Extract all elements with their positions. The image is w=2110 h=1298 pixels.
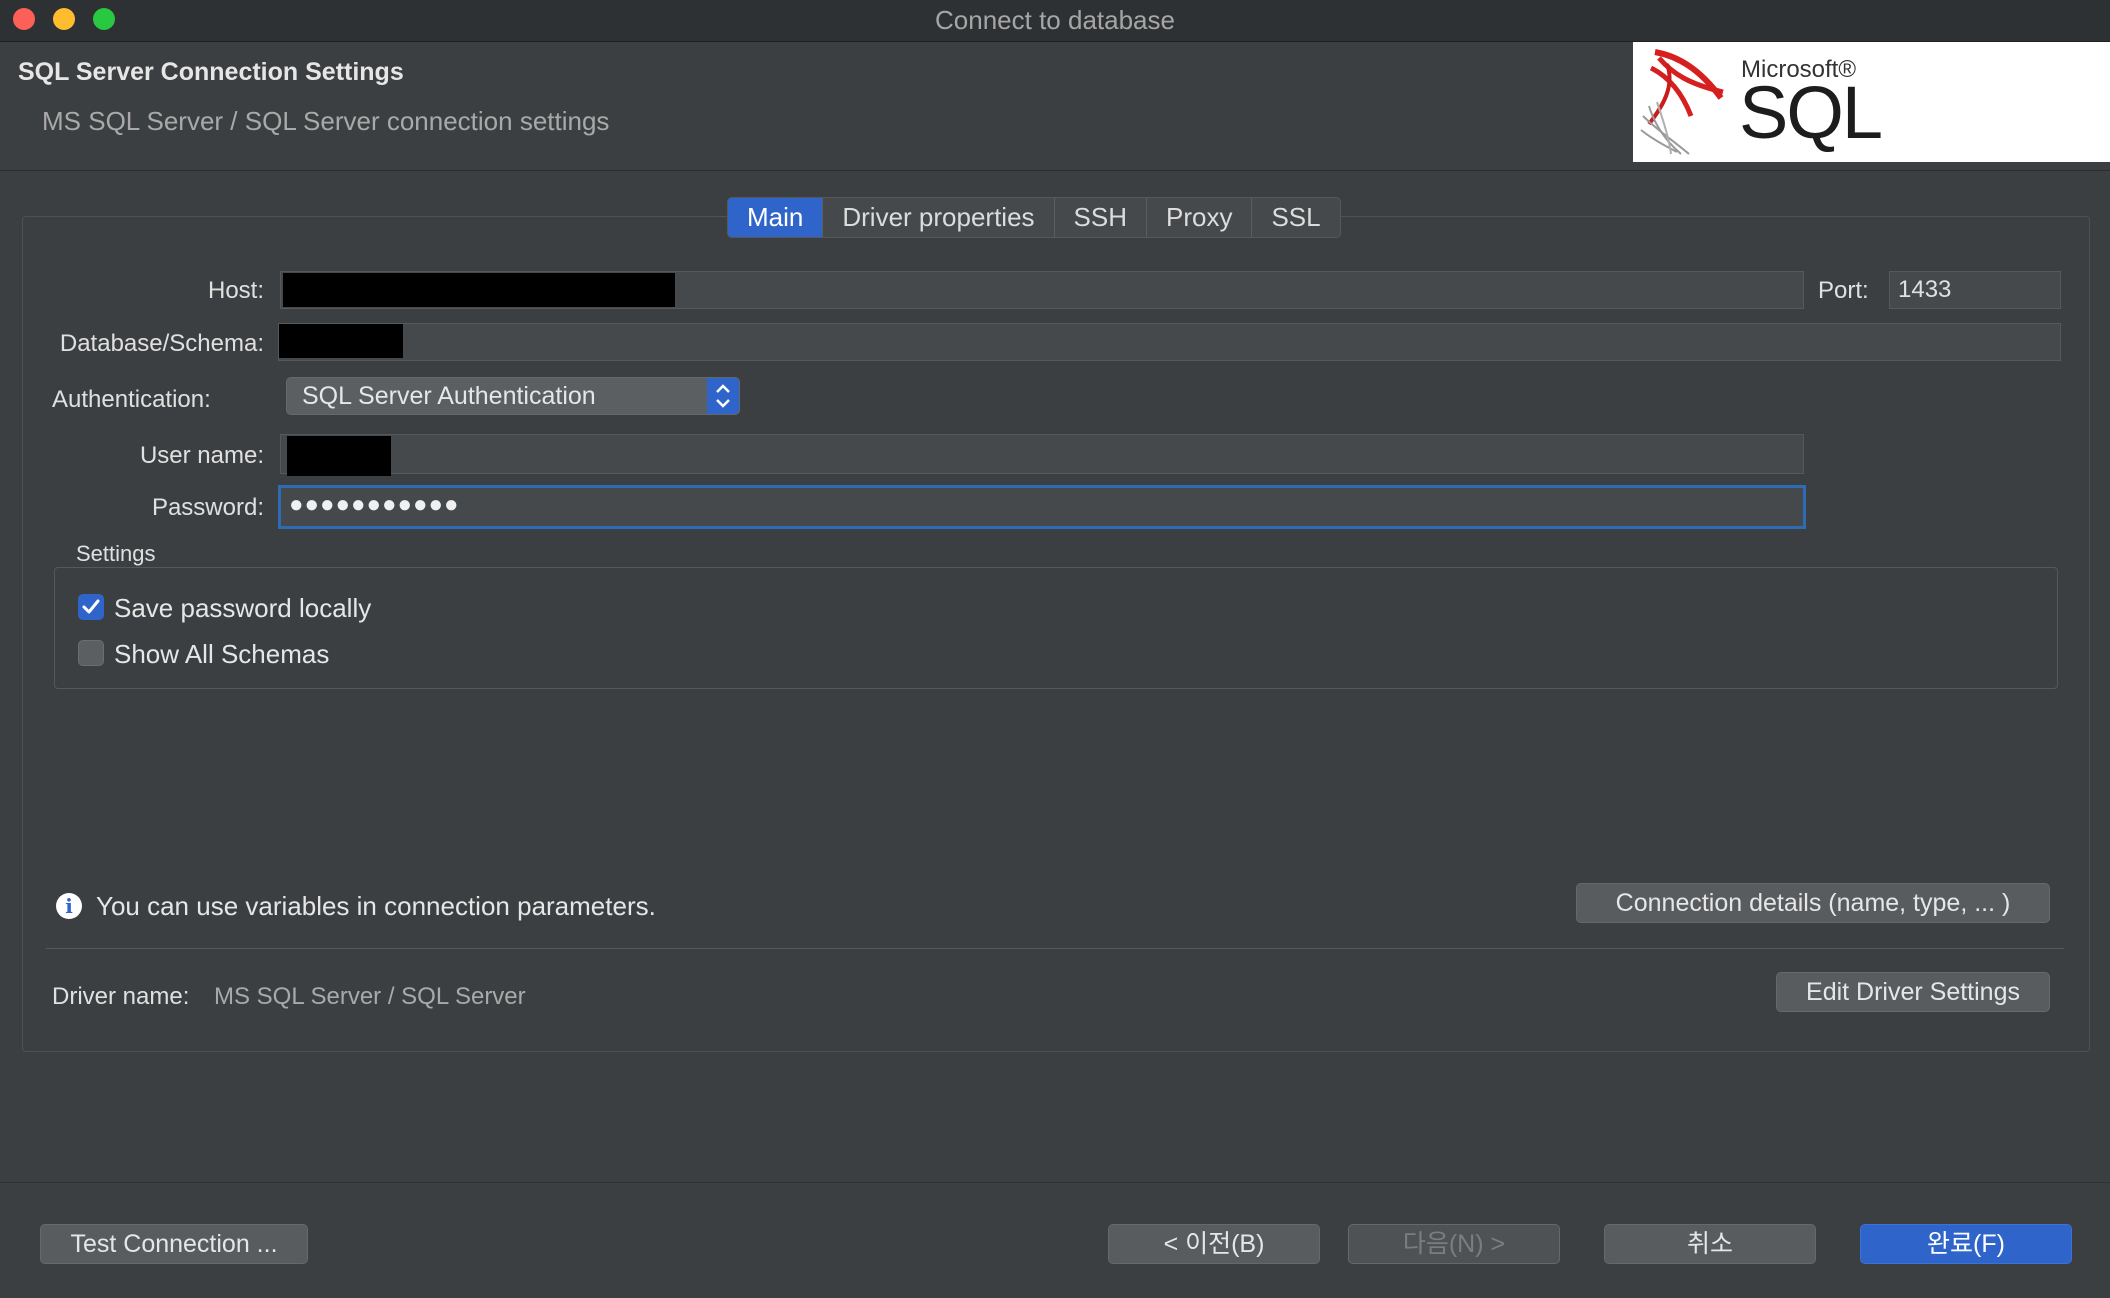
variables-info-text: You can use variables in connection para… [96,891,656,921]
settings-group [54,567,2058,689]
minimize-window-button[interactable] [53,8,75,30]
host-redaction [283,273,675,307]
tab-bar: Main Driver properties SSH Proxy SSL [727,197,1341,238]
password-value: ●●●●●●●●●●● [289,491,460,518]
authentication-value: SQL Server Authentication [302,382,596,410]
close-window-button[interactable] [13,8,35,30]
settings-group-label: Settings [76,541,156,566]
username-redaction [287,436,391,476]
maximize-window-button[interactable] [93,8,115,30]
footer-divider [0,1182,2110,1183]
tab-ssl[interactable]: SSL [1252,198,1339,237]
finish-button[interactable]: 완료(F) [1860,1224,2072,1264]
info-icon: i [56,893,82,919]
logo-sqlserver-text: SQL Server® [1739,71,1999,162]
edit-driver-settings-button[interactable]: Edit Driver Settings [1776,972,2050,1012]
database-input[interactable] [278,323,2061,361]
driver-name-value: MS SQL Server / SQL Server [214,983,526,1010]
header-divider [0,170,2110,171]
checkmark-icon [82,599,100,614]
username-label: User name: [139,442,264,469]
chevron-up-down-icon [707,378,739,414]
sql-server-logo: Microsoft® SQL Server® [1633,42,2110,162]
show-all-schemas-label[interactable]: Show All Schemas [114,639,329,670]
save-password-checkbox[interactable] [78,594,104,620]
tab-main[interactable]: Main [728,198,824,237]
show-all-schemas-checkbox[interactable] [78,640,104,666]
authentication-select[interactable]: SQL Server Authentication [286,377,740,415]
cancel-button[interactable]: 취소 [1604,1224,1816,1264]
page-title: SQL Server Connection Settings [18,58,404,86]
host-label: Host: [207,277,264,304]
tab-driver-properties[interactable]: Driver properties [823,198,1055,237]
driver-name-label: Driver name: [52,983,190,1010]
username-input[interactable] [280,434,1804,476]
tab-ssh[interactable]: SSH [1055,198,1147,237]
test-connection-button[interactable]: Test Connection ... [40,1224,308,1264]
authentication-label: Authentication: [52,386,211,413]
next-button[interactable]: 다음(N) > [1348,1224,1560,1264]
password-input[interactable]: ●●●●●●●●●●● [278,485,1806,529]
database-redaction [279,324,403,358]
sql-server-logo-icon [1640,49,1724,155]
password-label: Password: [151,494,264,521]
save-password-label[interactable]: Save password locally [114,593,371,624]
window-title: Connect to database [935,5,1175,35]
page-subtitle: MS SQL Server / SQL Server connection se… [42,106,610,136]
previous-button[interactable]: < 이전(B) [1108,1224,1320,1264]
host-input[interactable] [280,271,1804,309]
tab-proxy[interactable]: Proxy [1147,198,1253,237]
panel-divider [46,948,2064,949]
database-label: Database/Schema: [59,330,264,357]
port-label: Port: [1818,277,1869,304]
port-input[interactable]: 1433 [1889,271,2061,309]
window-titlebar: Connect to database [0,0,2110,42]
connection-details-button[interactable]: Connection details (name, type, ... ) [1576,883,2050,923]
